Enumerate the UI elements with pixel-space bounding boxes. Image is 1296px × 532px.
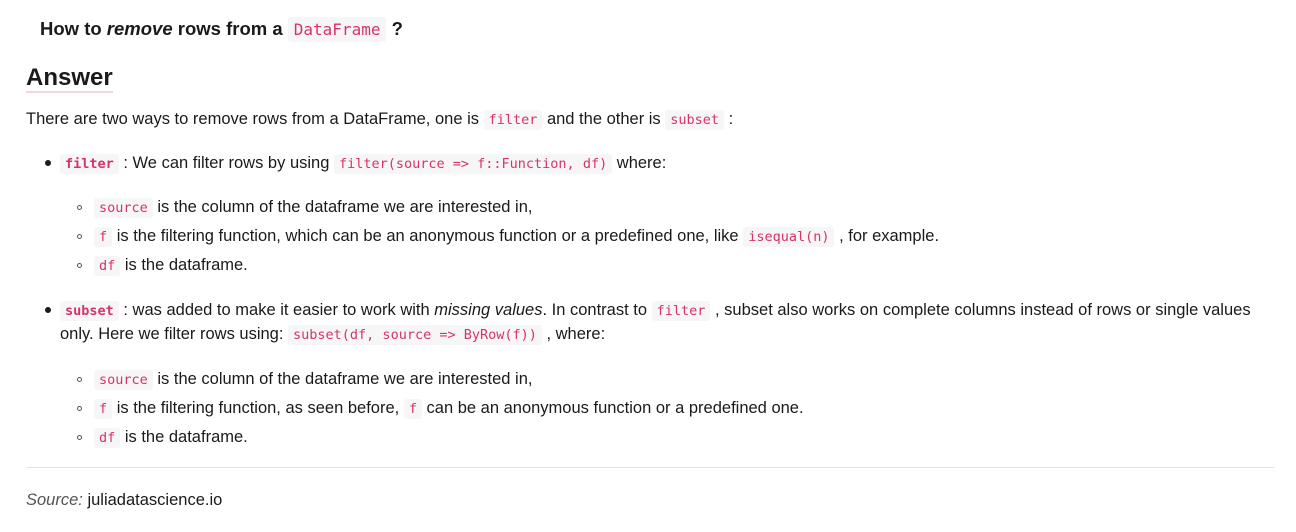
subset-sub-item-df: df is the dataframe. (94, 426, 248, 449)
source-line: Source: juliadatascience.io (26, 491, 222, 510)
intro-paragraph: There are two ways to remove rows from a… (26, 110, 734, 130)
subset-signature-code: subset(df, source => ByRow(f)) (288, 325, 542, 345)
question-emphasis: remove (106, 18, 173, 39)
question-post: ? (386, 18, 403, 39)
sub-bullet (77, 435, 82, 440)
bullet-filter (45, 160, 51, 166)
intro-code-subset: subset (665, 110, 725, 130)
question-pre: How to (40, 18, 107, 39)
sub-bullet (77, 263, 82, 268)
sub-bullet (77, 406, 82, 411)
sub-bullet (77, 205, 82, 210)
filter-sub-item-df: df is the dataframe. (94, 254, 248, 277)
filter-sub-item-f: f is the filtering function, which can b… (94, 225, 939, 248)
list-item-subset: subset : was added to make it easier to … (60, 299, 1251, 322)
sub-bullet (77, 234, 82, 239)
subset-sub-item-f: f is the filtering function, as seen bef… (94, 397, 804, 420)
question-mid: rows from a (172, 18, 288, 39)
source-label: Source: (26, 491, 83, 509)
subset-sub-item-source: source is the column of the dataframe we… (94, 368, 532, 391)
list-item-subset-line2: only. Here we filter rows using: subset(… (60, 325, 606, 345)
bullet-subset (45, 307, 51, 313)
sub-bullet (77, 377, 82, 382)
filter-sub-item-source: source is the column of the dataframe we… (94, 196, 532, 219)
question-title: How to remove rows from a DataFrame ? (40, 17, 403, 42)
source-value: juliadatascience.io (82, 491, 223, 509)
subset-item-code: subset (60, 301, 119, 321)
filter-item-code: filter (60, 154, 119, 174)
answer-heading: Answer (26, 64, 113, 93)
filter-signature-code: filter(source => f::Function, df) (333, 154, 613, 174)
divider (26, 467, 1274, 468)
question-code: DataFrame (287, 17, 387, 42)
list-item-filter: filter : We can filter rows by using fil… (60, 152, 666, 175)
intro-code-filter: filter (483, 110, 543, 130)
